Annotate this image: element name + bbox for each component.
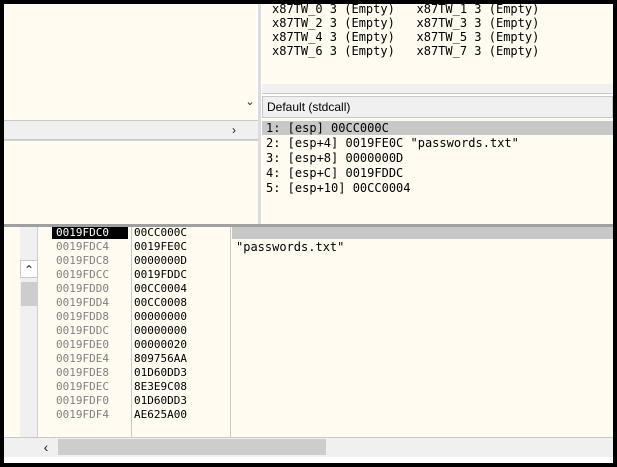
stack-address[interactable]: 0019FDF4 <box>56 409 109 421</box>
stack-value[interactable]: 0019FDDC <box>134 269 187 281</box>
stack-address[interactable]: 0019FDD8 <box>56 311 109 323</box>
pane-separator[interactable] <box>262 84 613 94</box>
chevron-up-icon[interactable]: ⌃ <box>20 260 38 278</box>
chevron-down-icon[interactable]: ⌄ <box>244 96 256 108</box>
stack-address[interactable]: 0019FDE8 <box>56 367 109 379</box>
stack-address[interactable]: 0019FDC4 <box>56 241 109 253</box>
argument-row[interactable]: 5: [esp+10] 00CC0004 <box>266 182 411 194</box>
vertical-splitter[interactable] <box>258 4 261 226</box>
scrollbar-thumb[interactable] <box>58 439 326 455</box>
comment-column <box>232 227 613 437</box>
stack-value[interactable]: 00CC0008 <box>134 297 187 309</box>
stack-address[interactable]: 0019FDEC <box>56 381 109 393</box>
fpu-register-row: x87TW_0 3 (Empty) x87TW_1 3 (Empty) <box>272 4 540 16</box>
stack-value[interactable]: 01D60DD3 <box>134 395 187 407</box>
stack-value[interactable]: 809756AA <box>134 353 187 365</box>
disassembly-info-pane[interactable] <box>4 4 256 120</box>
stack-address[interactable]: 0019FDE4 <box>56 353 109 365</box>
info-pane[interactable] <box>4 140 260 224</box>
stack-value[interactable]: 01D60DD3 <box>134 367 187 379</box>
stack-comment[interactable]: "passwords.txt" <box>236 241 344 253</box>
fpu-register-row: x87TW_2 3 (Empty) x87TW_3 3 (Empty) <box>272 16 540 30</box>
stack-value[interactable]: 0000000D <box>134 255 187 267</box>
argument-row[interactable]: 1: [esp] 00CC000C <box>266 122 389 134</box>
stack-address[interactable]: 0019FDC8 <box>56 255 109 267</box>
stack-address[interactable]: 0019FDCC <box>56 269 109 281</box>
argument-row[interactable]: 2: [esp+4] 0019FE0C "passwords.txt" <box>266 137 519 149</box>
stack-value[interactable]: AE625A00 <box>134 409 187 421</box>
stack-address[interactable]: 0019FDD0 <box>56 283 109 295</box>
stack-value[interactable]: 00000000 <box>134 311 187 323</box>
chevron-left-icon[interactable]: ‹ <box>38 439 54 455</box>
argument-row[interactable]: 3: [esp+8] 0000000D <box>266 152 403 164</box>
stack-address[interactable]: 0019FDE0 <box>56 339 109 351</box>
stack-value[interactable]: 00CC0004 <box>134 283 187 295</box>
selected-row-highlight <box>232 227 613 239</box>
chevron-right-icon[interactable]: › <box>224 120 244 140</box>
stack-value[interactable]: 00000020 <box>134 339 187 351</box>
stack-address[interactable]: 0019FDF0 <box>56 395 109 407</box>
scrollbar-thumb[interactable] <box>21 282 37 306</box>
fpu-register-row: x87TW_4 3 (Empty) x87TW_5 3 (Empty) <box>272 30 540 44</box>
stack-address[interactable]: 0019FDC0 <box>52 227 128 239</box>
argument-row[interactable]: 4: [esp+C] 0019FDDC <box>266 167 403 179</box>
fpu-register-pane[interactable]: x87TW_0 3 (Empty) x87TW_1 3 (Empty) x87T… <box>262 4 613 84</box>
stack-address[interactable]: 0019FDDC <box>56 325 109 337</box>
calling-convention-label: Default (stdcall) <box>267 100 351 114</box>
stack-address[interactable]: 0019FDD4 <box>56 297 109 309</box>
stack-value[interactable]: 0019FE0C <box>134 241 187 253</box>
stack-value[interactable]: 00CC000C <box>134 227 187 239</box>
stack-value[interactable]: 8E3E9C08 <box>134 381 187 393</box>
fpu-register-row: x87TW_6 3 (Empty) x87TW_7 3 (Empty) <box>272 44 540 58</box>
horizontal-scrollbar[interactable] <box>4 120 260 140</box>
stack-value[interactable]: 00000000 <box>134 325 187 337</box>
